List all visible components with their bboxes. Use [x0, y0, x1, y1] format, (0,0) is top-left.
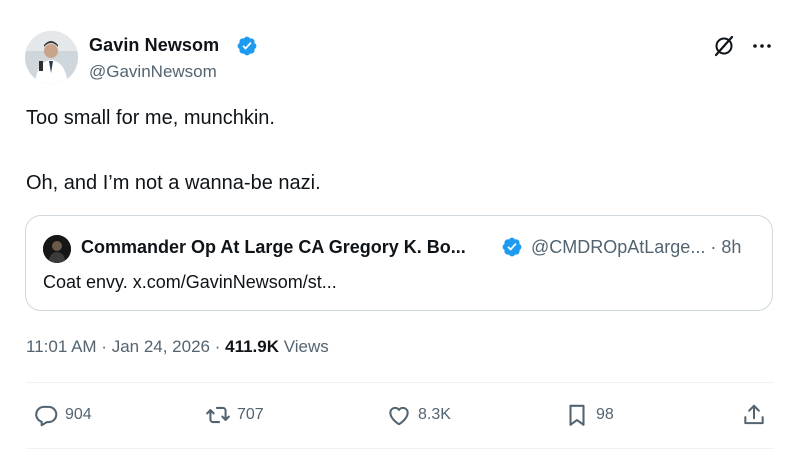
tweet-meta: 11:01 AM · Jan 24, 2026 · 411.9K Views	[26, 337, 329, 357]
author-avatar[interactable]	[25, 31, 78, 84]
like-count: 8.3K	[418, 406, 451, 423]
share-icon	[741, 402, 767, 428]
share-button[interactable]	[741, 402, 767, 428]
verified-badge-icon	[236, 35, 258, 57]
views-label: Views	[279, 337, 329, 356]
heart-icon	[386, 402, 412, 428]
quote-text: Coat envy. x.com/GavinNewsom/st...	[43, 272, 337, 292]
meta-separator: ·	[210, 337, 226, 356]
repost-count: 707	[237, 406, 264, 423]
repost-icon	[205, 402, 231, 428]
reply-count: 904	[65, 406, 92, 423]
tweet-text-line: Too small for me, munchkin.	[26, 107, 275, 129]
like-button[interactable]: 8.3K	[386, 402, 451, 428]
verified-badge-icon	[501, 236, 523, 258]
bookmark-count: 98	[596, 406, 614, 423]
quoted-tweet[interactable]: Commander Op At Large CA Gregory K. Bo..…	[25, 215, 773, 311]
bookmark-icon	[564, 402, 590, 428]
author-handle[interactable]: @GavinNewsom	[89, 62, 217, 82]
quote-author-name[interactable]: Commander Op At Large CA Gregory K. Bo..…	[81, 237, 466, 258]
quote-author-avatar[interactable]	[43, 235, 71, 263]
divider	[26, 382, 774, 383]
meta-separator: ·	[96, 337, 112, 356]
author-name[interactable]: Gavin Newsom	[89, 35, 219, 56]
bookmark-button[interactable]: 98	[564, 402, 614, 428]
divider	[26, 448, 774, 449]
reply-icon	[33, 402, 59, 428]
more-options-icon[interactable]	[750, 34, 774, 58]
tweet-date[interactable]: Jan 24, 2026	[112, 337, 210, 356]
grok-icon[interactable]	[712, 34, 736, 58]
tweet-text-line: Oh, and I’m not a wanna-be nazi.	[26, 172, 321, 194]
tweet-card: Gavin Newsom @GavinNewsom Too small for …	[0, 0, 800, 468]
repost-button[interactable]: 707	[205, 402, 264, 428]
tweet-time[interactable]: 11:01 AM	[26, 337, 97, 356]
views-count[interactable]: 411.9K	[225, 337, 279, 356]
quote-author-handle[interactable]: @CMDROpAtLarge... · 8h	[531, 237, 741, 258]
reply-button[interactable]: 904	[33, 402, 92, 428]
